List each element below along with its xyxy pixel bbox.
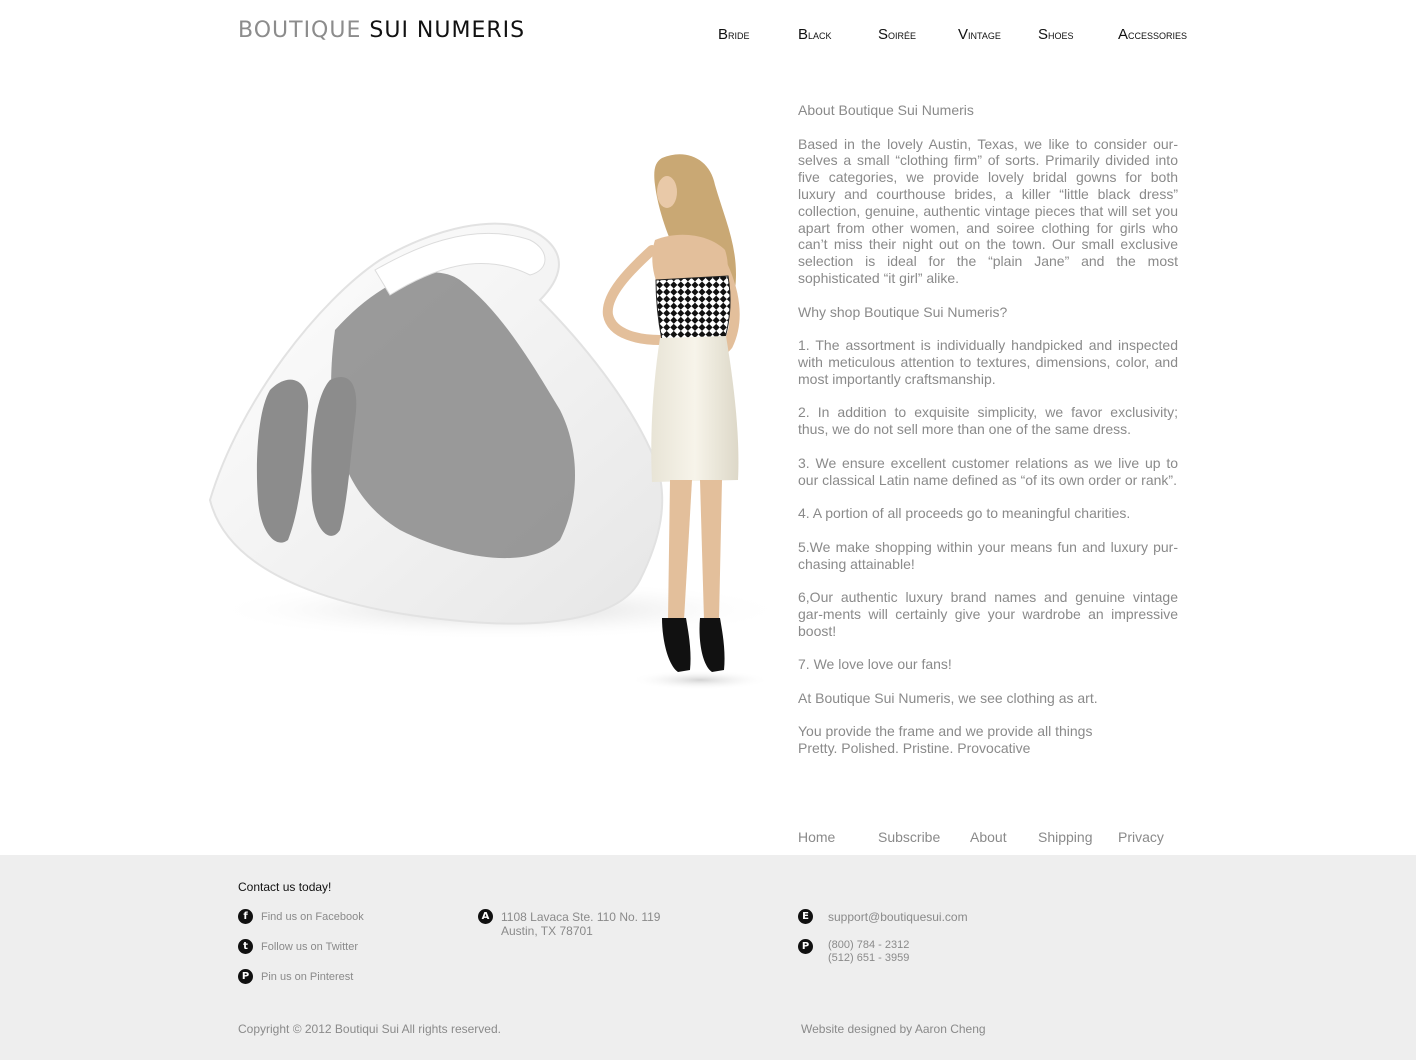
hero-image xyxy=(208,154,780,690)
footer-link-privacy[interactable]: Privacy xyxy=(1118,829,1164,845)
nav-bride[interactable]: Bride xyxy=(718,26,750,43)
nav-black[interactable]: Black xyxy=(798,26,832,43)
phone-line1: (800) 784 - 2312 xyxy=(828,939,910,951)
reason-4: 4. A portion of all proceeds go to meani… xyxy=(798,505,1131,522)
pinterest-label: Pin us on Pinterest xyxy=(261,970,354,983)
art-statement: At Boutique Sui Numeris, we see clothing… xyxy=(798,689,1098,706)
email-icon: E xyxy=(798,909,813,924)
footer-link-shipping[interactable]: Shipping xyxy=(1038,829,1093,845)
tagline: Pretty. Polished. Pristine. Provocative xyxy=(798,740,1031,757)
phone-icon: P xyxy=(798,939,813,954)
reason-1: 1. The assortment is individually handpi… xyxy=(798,337,1178,387)
reason-5: 5.We make shopping within your means fun… xyxy=(798,538,1178,572)
address-line1: 1108 Lavaca Ste. 110 No. 119 xyxy=(501,910,661,924)
pinterest-icon: P xyxy=(238,969,253,984)
footer-link-home[interactable]: Home xyxy=(798,829,835,845)
designer-credit: Website designed by Aaron Cheng xyxy=(801,1022,986,1036)
twitter-link[interactable]: t Follow us on Twitter xyxy=(238,939,358,954)
footer-link-subscribe[interactable]: Subscribe xyxy=(878,829,940,845)
nav-vintage[interactable]: Vintage xyxy=(958,26,1001,43)
reason-6: 6,Our authentic luxury brand names and g… xyxy=(798,589,1178,639)
phone-block: (800) 784 - 2312 (512) 651 - 3959 xyxy=(828,939,909,965)
about-paragraph: Based in the lovely Austin, Texas, we li… xyxy=(798,135,1178,286)
reason-3: 3. We ensure excellent customer relation… xyxy=(798,454,1178,488)
nav-accessories[interactable]: Accessories xyxy=(1118,26,1187,43)
why-shop-heading: Why shop Boutique Sui Numeris? xyxy=(798,303,1008,320)
email-link[interactable]: support@boutiquesui.com xyxy=(828,910,968,924)
facebook-link[interactable]: f Find us on Facebook xyxy=(238,909,364,924)
address-icon: A xyxy=(478,909,493,924)
copyright: Copyright © 2012 Boutiqui Sui All rights… xyxy=(238,1022,501,1036)
contact-title: Contact us today! xyxy=(238,880,332,894)
address-line2: Austin, TX 78701 xyxy=(501,924,593,938)
footer-link-about[interactable]: About xyxy=(970,829,1007,845)
pinterest-link[interactable]: P Pin us on Pinterest xyxy=(238,969,353,984)
facebook-label: Find us on Facebook xyxy=(261,910,364,923)
facebook-icon: f xyxy=(238,909,253,924)
address-block: 1108 Lavaca Ste. 110 No. 119 Austin, TX … xyxy=(501,910,660,938)
frame-statement: You provide the frame and we provide all… xyxy=(798,723,1093,740)
footer: Contact us today! f Find us on Facebook … xyxy=(0,855,1416,1060)
phone-line2: (512) 651 - 3959 xyxy=(828,952,910,964)
twitter-label: Follow us on Twitter xyxy=(261,940,359,953)
about-heading: About Boutique Sui Numeris xyxy=(798,102,974,118)
about-content: About Boutique Sui Numeris Based in the … xyxy=(798,102,1178,774)
twitter-icon: t xyxy=(238,939,253,954)
logo-part1: BOUTIQUE xyxy=(238,18,362,43)
logo-part2: SUI NUMERIS xyxy=(369,18,526,43)
reason-2: 2. In addition to exquisite simplicity, … xyxy=(798,404,1178,438)
nav-shoes[interactable]: Shoes xyxy=(1038,26,1074,43)
site-logo[interactable]: BOUTIQUE SUI NUMERIS xyxy=(238,18,525,43)
reason-7: 7. We love love our fans! xyxy=(798,656,952,673)
nav-soiree[interactable]: Soirée xyxy=(878,26,916,43)
